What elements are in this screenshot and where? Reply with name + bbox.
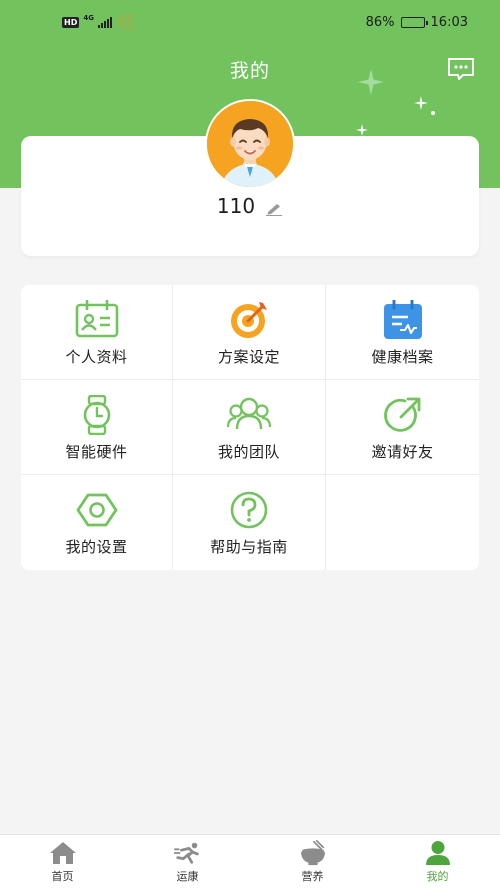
tab-label: 我的	[426, 870, 449, 883]
battery-icon	[400, 17, 428, 28]
menu-item-label: 我的团队	[217, 443, 280, 461]
menu-item-label: 帮助与指南	[210, 538, 288, 556]
menu-empty-cell	[326, 475, 479, 570]
message-button[interactable]	[446, 56, 476, 82]
username: 110	[216, 194, 256, 218]
page-title: 我的	[229, 60, 270, 82]
message-icon	[448, 58, 474, 80]
tab-label: 运康	[176, 870, 199, 883]
avatar-image	[207, 101, 293, 187]
smartwatch-icon	[75, 395, 119, 435]
menu-item-help[interactable]: 帮助与指南	[173, 475, 326, 570]
tab-nutrition[interactable]: 营养	[250, 835, 375, 889]
hd-indicator: HD	[62, 16, 80, 28]
tab-home[interactable]: 首页	[0, 835, 125, 889]
status-icons-left: HD 4G	[62, 13, 136, 29]
battery-percent: 86%	[365, 15, 395, 30]
tab-label: 营养	[301, 870, 324, 883]
status-bar: HD 4G 86% 16:03	[0, 0, 500, 44]
hotspot-icon	[119, 15, 136, 29]
health-record-icon	[381, 300, 425, 340]
menu-item-team[interactable]: 我的团队	[173, 380, 326, 475]
team-icon	[227, 395, 271, 435]
share-arrow-icon	[381, 395, 425, 435]
menu-grid: 个人资料 方案设定 健康档案 智能硬件 我的团队 邀请好友 我的设置 帮助与指南	[21, 285, 479, 570]
pencil-icon	[266, 204, 283, 216]
tab-exercise[interactable]: 运康	[125, 835, 250, 889]
menu-item-health-record[interactable]: 健康档案	[326, 285, 479, 380]
menu-item-label: 我的设置	[65, 538, 128, 556]
network-type: 4G	[83, 13, 94, 22]
menu-item-plan[interactable]: 方案设定	[173, 285, 326, 380]
id-card-icon	[75, 300, 119, 340]
menu-item-label: 智能硬件	[65, 443, 128, 461]
sparkle-decoration	[431, 111, 435, 115]
sparkle-decoration	[414, 96, 428, 110]
sparkle-decoration	[356, 124, 368, 136]
user-row: 110	[0, 194, 500, 218]
tab-label: 首页	[51, 870, 74, 883]
menu-item-profile[interactable]: 个人资料	[21, 285, 173, 380]
nutrition-bowl-icon	[299, 840, 327, 866]
menu-item-label: 健康档案	[371, 348, 434, 366]
running-icon	[173, 840, 202, 866]
avatar[interactable]	[205, 99, 295, 189]
menu-item-label: 方案设定	[217, 348, 280, 366]
help-icon	[227, 490, 271, 530]
person-icon	[424, 840, 452, 866]
home-icon	[49, 840, 77, 866]
target-icon	[227, 300, 271, 340]
menu-item-settings[interactable]: 我的设置	[21, 475, 173, 570]
menu-item-label: 个人资料	[65, 348, 128, 366]
menu-item-label: 邀请好友	[371, 443, 434, 461]
signal-icon	[97, 16, 112, 28]
menu-item-smart-hardware[interactable]: 智能硬件	[21, 380, 173, 475]
settings-hexagon-icon	[75, 490, 119, 530]
clock: 16:03	[430, 15, 468, 30]
status-icons-right: 86% 16:03	[366, 15, 468, 30]
menu-item-invite[interactable]: 邀请好友	[326, 380, 479, 475]
edit-name-button[interactable]	[265, 197, 283, 216]
sparkle-decoration	[358, 69, 384, 95]
bottom-tab-bar: 首页 运康 营养 我的	[0, 834, 500, 889]
tab-mine[interactable]: 我的	[375, 835, 500, 889]
